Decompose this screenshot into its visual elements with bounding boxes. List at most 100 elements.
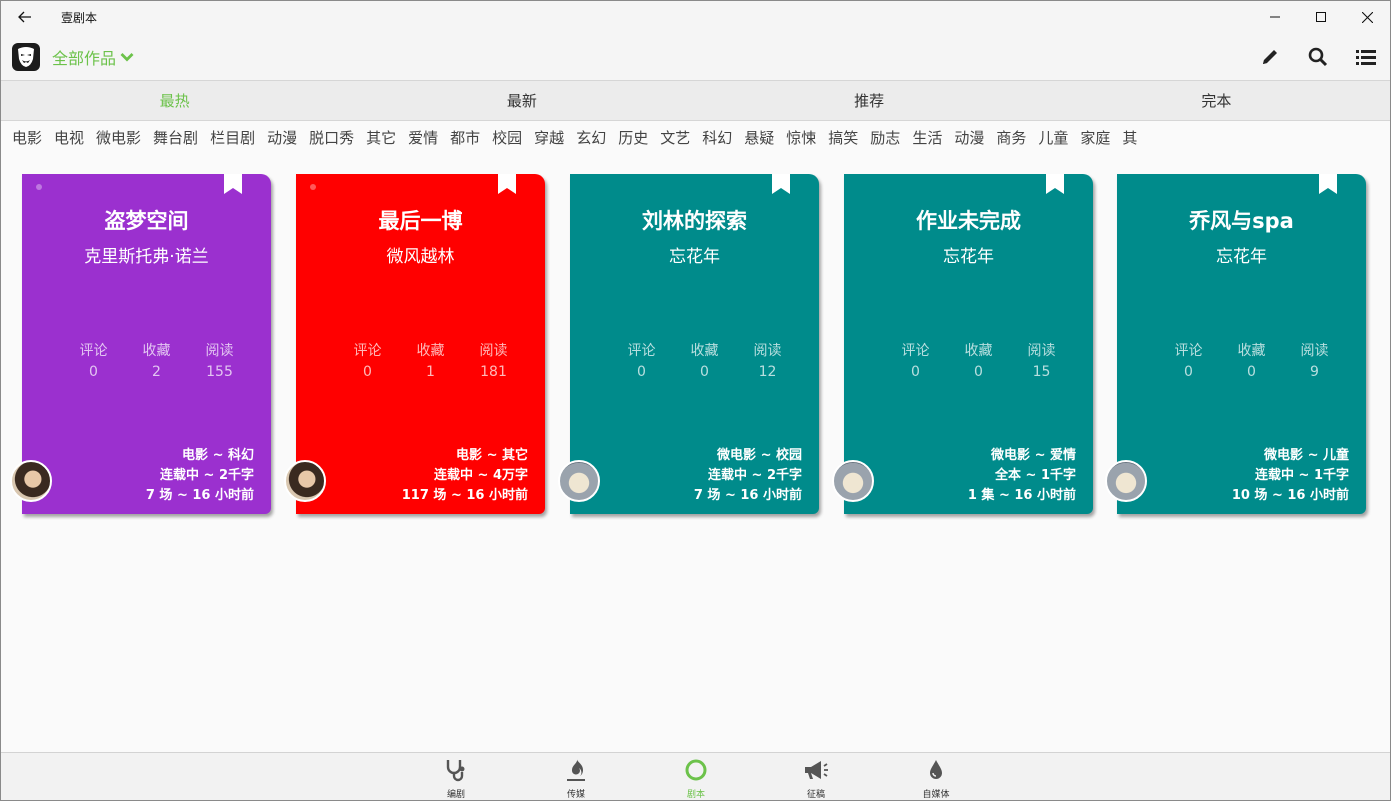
category-item[interactable]: 商务: [996, 127, 1026, 148]
favorites-label: 收藏: [1237, 343, 1266, 359]
category-item[interactable]: 校园: [492, 127, 522, 148]
author-avatar[interactable]: [284, 460, 326, 502]
minimize-button[interactable]: [1252, 1, 1298, 33]
category-item[interactable]: 历史: [618, 127, 648, 148]
chevron-down-icon: [120, 52, 134, 61]
script-card[interactable]: 盗梦空间 克里斯托弗·诺兰 评论 0 收藏 2 阅读 155 电影 ~ 科幻 连载中 …: [10, 174, 271, 514]
favorites-label: 收藏: [690, 343, 719, 359]
window-controls: [1252, 1, 1390, 33]
reads-count: 155: [206, 364, 233, 380]
reads-count: 181: [480, 364, 507, 380]
maximize-button[interactable]: [1298, 1, 1344, 33]
category-item[interactable]: 微电影: [96, 127, 141, 148]
app-logo[interactable]: [12, 42, 40, 71]
script-author: 忘花年: [669, 247, 720, 267]
bookmark-icon[interactable]: [223, 174, 243, 194]
close-button[interactable]: [1344, 1, 1390, 33]
author-avatar[interactable]: [558, 460, 600, 502]
category-item[interactable]: 生活: [912, 127, 942, 148]
author-avatar[interactable]: [1105, 460, 1147, 502]
category-item[interactable]: 其它: [366, 127, 396, 148]
tab-hottest[interactable]: 最热: [1, 81, 348, 120]
category-item[interactable]: 惊悚: [786, 127, 816, 148]
author-avatar[interactable]: [832, 460, 874, 502]
category-item[interactable]: 爱情: [408, 127, 438, 148]
category-item[interactable]: 电视: [54, 127, 84, 148]
script-card[interactable]: 乔风与spa 忘花年 评论 0 收藏 0 阅读 9 微电影 ~ 儿童 连载中 ~ 1千…: [1105, 174, 1366, 514]
category-item[interactable]: 其: [1122, 127, 1137, 148]
edit-button[interactable]: [1246, 33, 1294, 80]
script-status: 连载中 ~ 2千字: [708, 468, 802, 483]
author-avatar[interactable]: [10, 460, 52, 502]
script-genre: 微电影 ~ 爱情: [991, 448, 1076, 463]
category-item[interactable]: 家庭: [1080, 127, 1110, 148]
reads-count: 9: [1310, 364, 1319, 380]
reads-count: 15: [1032, 364, 1051, 380]
reads-stat: 阅读 15: [1010, 340, 1073, 380]
bookmark-icon[interactable]: [1318, 174, 1338, 194]
nav-scripts[interactable]: 剧本: [666, 758, 726, 800]
list-menu-button[interactable]: [1342, 33, 1390, 80]
comments-stat: 评论 0: [610, 340, 673, 380]
script-card[interactable]: 最后一博 微风越林 评论 0 收藏 1 阅读 181 电影 ~ 其它 连载中 ~ 4万…: [284, 174, 545, 514]
tab-completed[interactable]: 完本: [1043, 81, 1390, 120]
favorites-count: 0: [1247, 364, 1256, 380]
category-item[interactable]: 动漫: [954, 127, 984, 148]
bookmark-icon[interactable]: [497, 174, 517, 194]
tab-recommended[interactable]: 推荐: [696, 81, 1043, 120]
script-title: 作业未完成: [916, 209, 1021, 233]
script-author: 微风越林: [386, 247, 455, 267]
category-item[interactable]: 励志: [870, 127, 900, 148]
tab-newest[interactable]: 最新: [348, 81, 695, 120]
category-item[interactable]: 儿童: [1038, 127, 1068, 148]
script-genre: 微电影 ~ 校园: [717, 448, 802, 463]
category-item[interactable]: 搞笑: [828, 127, 858, 148]
nav-submissions[interactable]: 征稿: [786, 758, 846, 800]
comments-count: 0: [911, 364, 920, 380]
reads-stat: 阅读 12: [736, 340, 799, 380]
category-item[interactable]: 悬疑: [744, 127, 774, 148]
script-meta: 电影 ~ 其它 连载中 ~ 4万字 117 场 ~ 16 小时前: [402, 446, 528, 506]
nav-self-media[interactable]: 自媒体: [906, 758, 966, 800]
category-item[interactable]: 科幻: [702, 127, 732, 148]
category-item[interactable]: 栏目剧: [210, 127, 255, 148]
category-item[interactable]: 脱口秀: [309, 127, 354, 148]
script-scenes-updated: 7 场 ~ 16 小时前: [693, 488, 802, 503]
back-button[interactable]: [1, 1, 49, 33]
comments-count: 0: [637, 364, 646, 380]
comments-label: 评论: [353, 343, 382, 359]
favorites-label: 收藏: [964, 343, 993, 359]
category-item[interactable]: 穿越: [534, 127, 564, 148]
script-title: 最后一博: [378, 209, 463, 233]
works-filter-dropdown[interactable]: 全部作品: [52, 45, 134, 69]
script-card[interactable]: 刘林的探索 忘花年 评论 0 收藏 0 阅读 12 微电影 ~ 校园 连载中 ~ 2千…: [558, 174, 819, 514]
app-header: 全部作品: [1, 33, 1390, 80]
category-item[interactable]: 都市: [450, 127, 480, 148]
category-item[interactable]: 舞台剧: [153, 127, 198, 148]
reads-label: 阅读: [1300, 343, 1329, 359]
search-button[interactable]: [1294, 33, 1342, 80]
mask-icon: [18, 46, 34, 67]
nav-media[interactable]: 传媒: [546, 758, 606, 800]
bottom-nav: 编剧 传媒 剧本 征稿 自媒体: [1, 752, 1390, 800]
nav-label: 自媒体: [922, 790, 950, 800]
script-scenes-updated: 117 场 ~ 16 小时前: [401, 488, 528, 503]
nav-label: 传媒: [566, 790, 585, 800]
category-item[interactable]: 动漫: [267, 127, 297, 148]
script-scenes-updated: 7 场 ~ 16 小时前: [145, 488, 254, 503]
bookmark-icon[interactable]: [1045, 174, 1065, 194]
script-status: 连载中 ~ 1千字: [1255, 468, 1349, 483]
bookmark-icon[interactable]: [771, 174, 791, 194]
category-item[interactable]: 玄幻: [576, 127, 606, 148]
script-card[interactable]: 作业未完成 忘花年 评论 0 收藏 0 阅读 15 微电影 ~ 爱情 全本 ~ 1千字…: [832, 174, 1093, 514]
category-bar: 电影 电视 微电影 舞台剧 栏目剧 动漫 脱口秀 其它 爱情 都市 校园 穿越 …: [1, 121, 1390, 153]
script-stats: 评论 0 收藏 0 阅读 12: [610, 340, 799, 380]
category-item[interactable]: 电影: [12, 127, 42, 148]
script-title: 盗梦空间: [104, 209, 189, 233]
category-item[interactable]: 文艺: [660, 127, 690, 148]
flame-icon: [567, 759, 585, 781]
comments-label: 评论: [627, 343, 656, 359]
nav-screenwriter[interactable]: 编剧: [426, 758, 486, 800]
comments-label: 评论: [1174, 343, 1203, 359]
script-status: 全本 ~ 1千字: [995, 468, 1076, 483]
